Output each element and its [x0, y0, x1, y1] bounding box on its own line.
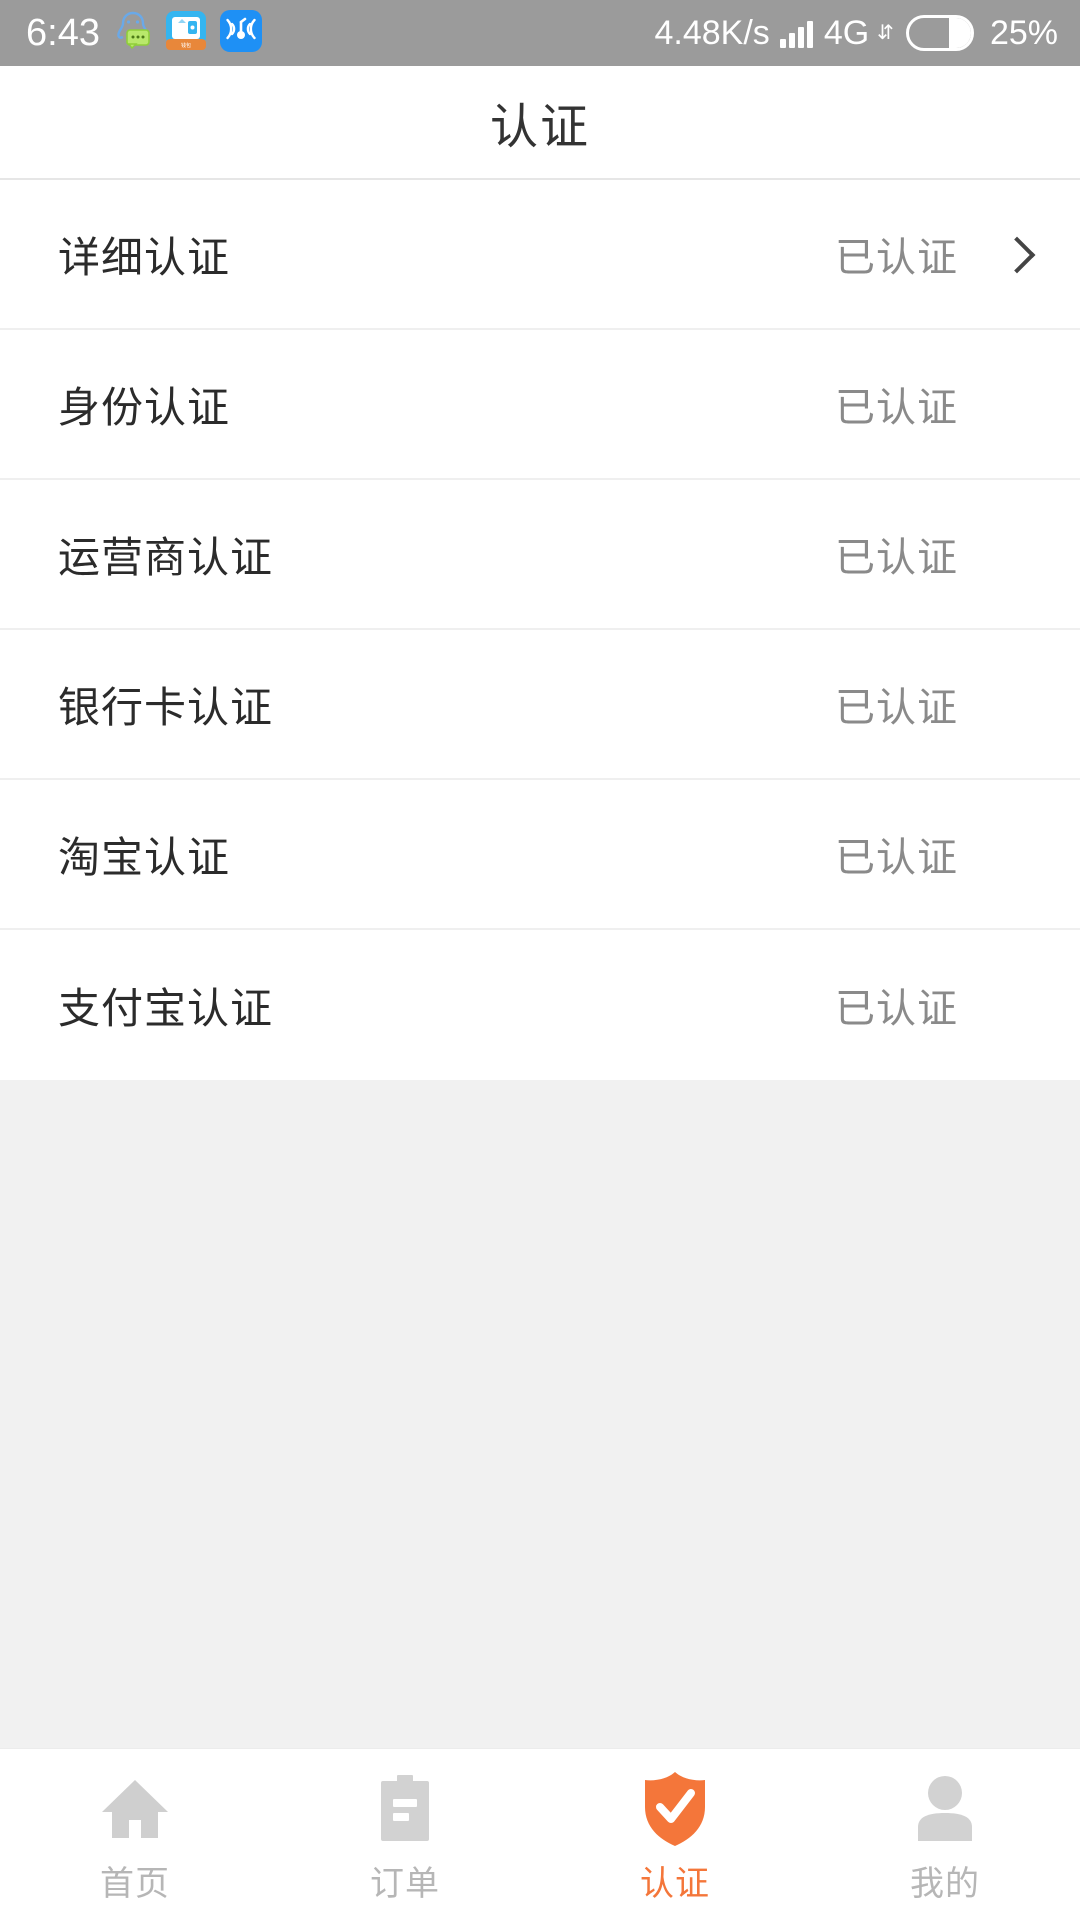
list-item-label: 身份认证: [58, 383, 231, 431]
list-item-detailed-certification[interactable]: 详细认证 已认证: [0, 180, 1080, 330]
list-item-taobao-certification[interactable]: 淘宝认证 已认证: [0, 780, 1080, 930]
nav-tab-orders[interactable]: 订单: [270, 1749, 540, 1920]
wallet-app-icon: 钱包: [165, 10, 206, 57]
list-item-label: 运营商认证: [58, 533, 274, 581]
shield-check-icon: [638, 1772, 712, 1846]
app-screen: 6:43 钱包 4.48K/s 4G ⇵ 25% 认证 详细认证 已认证 身份认…: [0, 0, 1080, 1920]
status-badge: 已认证: [835, 987, 958, 1031]
list-item-right: 已认证: [835, 675, 1040, 733]
list-item-right: 已认证: [835, 375, 1040, 433]
status-clock: 6:43: [26, 12, 100, 54]
list-item-right: 已认证: [835, 525, 1040, 583]
list-item-bankcard-certification[interactable]: 银行卡认证 已认证: [0, 630, 1080, 780]
content-empty-area: [0, 1080, 1080, 1748]
list-item-carrier-certification[interactable]: 运营商认证 已认证: [0, 480, 1080, 630]
status-badge: 已认证: [835, 836, 958, 880]
status-badge: 已认证: [835, 236, 958, 280]
list-item-identity-certification[interactable]: 身份认证 已认证: [0, 330, 1080, 480]
list-item-right: 已认证: [835, 225, 1040, 283]
svg-text:钱包: 钱包: [181, 42, 191, 49]
status-bar-left: 6:43 钱包: [26, 9, 262, 57]
battery-icon: [905, 15, 974, 51]
page-title: 认证: [489, 101, 590, 154]
list-item-label: 淘宝认证: [58, 833, 231, 881]
battery-percent-label: 25%: [989, 14, 1058, 52]
nav-tab-certification[interactable]: 认证: [540, 1749, 810, 1920]
list-item-right: 已认证: [835, 825, 1040, 883]
page-header: 认证: [0, 66, 1080, 180]
status-bar-right: 4.48K/s 4G ⇵ 25%: [654, 14, 1058, 52]
nav-tab-mine[interactable]: 我的: [810, 1749, 1080, 1920]
nav-tab-label: 订单: [370, 1865, 440, 1903]
network-speed: 4.48K/s: [654, 14, 770, 52]
list-item-label: 银行卡认证: [58, 683, 274, 731]
status-badge: 已认证: [835, 386, 958, 430]
data-transfer-icon: ⇵: [877, 22, 894, 44]
clipboard-icon: [368, 1772, 442, 1846]
chevron-right-icon: [1000, 237, 1034, 271]
list-item-label: 详细认证: [58, 233, 231, 281]
certification-list: 详细认证 已认证 身份认证 已认证 运营商认证 已认证 银行卡认证 已认证 淘宝…: [0, 180, 1080, 1080]
list-item-label: 支付宝认证: [58, 984, 274, 1032]
nav-tab-label: 认证: [640, 1865, 710, 1903]
nav-tab-home[interactable]: 首页: [0, 1749, 270, 1920]
qq-chat-icon: [114, 10, 152, 57]
cellular-signal-icon: [779, 18, 813, 48]
home-icon: [98, 1772, 172, 1846]
nav-tab-label: 我的: [910, 1865, 980, 1903]
status-bar: 6:43 钱包 4.48K/s 4G ⇵ 25%: [0, 0, 1080, 66]
nav-tab-label: 首页: [100, 1865, 170, 1903]
wifi-signal-app-icon: [219, 9, 262, 57]
status-badge: 已认证: [835, 536, 958, 580]
list-item-alipay-certification[interactable]: 支付宝认证 已认证: [0, 930, 1080, 1080]
network-type-label: 4G: [823, 14, 870, 52]
person-icon: [908, 1772, 982, 1846]
list-item-right: 已认证: [835, 976, 1040, 1034]
bottom-navigation-bar: 首页 订单 认证 我的: [0, 1748, 1080, 1920]
status-badge: 已认证: [835, 686, 958, 730]
